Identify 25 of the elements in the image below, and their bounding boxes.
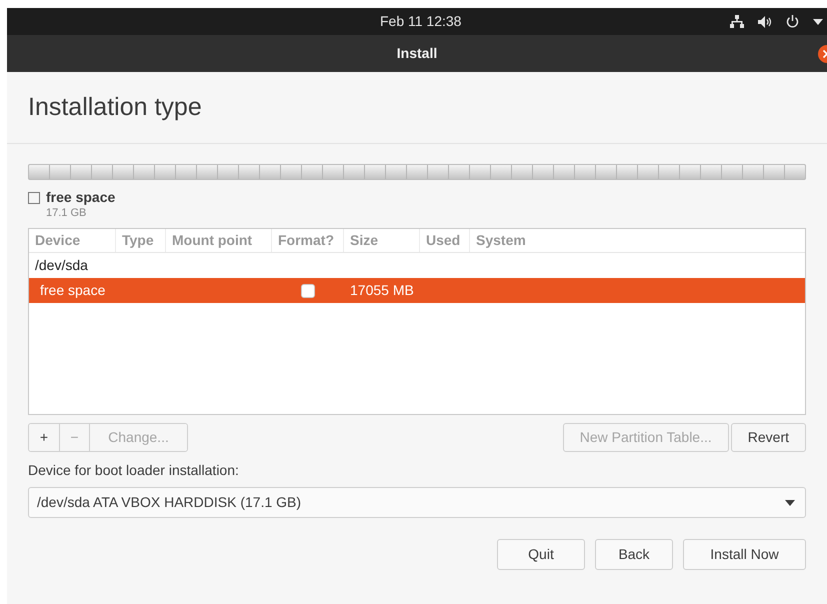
column-header[interactable]: Size	[344, 229, 420, 252]
power-icon[interactable]	[786, 15, 799, 28]
column-header[interactable]: Format?	[272, 229, 344, 252]
dropdown-arrow-icon	[785, 500, 795, 506]
dialog-button[interactable]: Quit	[497, 539, 585, 570]
dialog-button[interactable]: Install Now	[683, 539, 806, 570]
legend-size: 17.1 GB	[46, 206, 88, 220]
volume-icon[interactable]	[758, 16, 772, 28]
column-header[interactable]: Type	[116, 229, 166, 252]
column-header[interactable]: Mount point	[166, 229, 272, 252]
network-icon[interactable]	[730, 15, 744, 28]
column-header[interactable]: Used	[420, 229, 470, 252]
dialog-button[interactable]: Back	[595, 539, 673, 570]
boot-loader-dropdown[interactable]: /dev/sda ATA VBOX HARDDISK (17.1 GB)	[28, 487, 806, 518]
window-title: Install	[396, 44, 438, 63]
column-header[interactable]: Device	[29, 229, 116, 252]
boot-loader-label: Device for boot loader installation:	[28, 461, 240, 480]
column-header[interactable]: System	[470, 229, 805, 252]
revert-button[interactable]: Revert	[730, 423, 806, 452]
clock[interactable]: Feb 11 12:38	[380, 11, 462, 32]
legend-label: free space	[46, 189, 116, 206]
format-checkbox[interactable]	[301, 284, 315, 298]
page-heading: Installation type	[28, 92, 202, 123]
dropdown-arrow-icon[interactable]	[813, 18, 823, 24]
table-row[interactable]: free space 17055 MB	[29, 278, 805, 303]
